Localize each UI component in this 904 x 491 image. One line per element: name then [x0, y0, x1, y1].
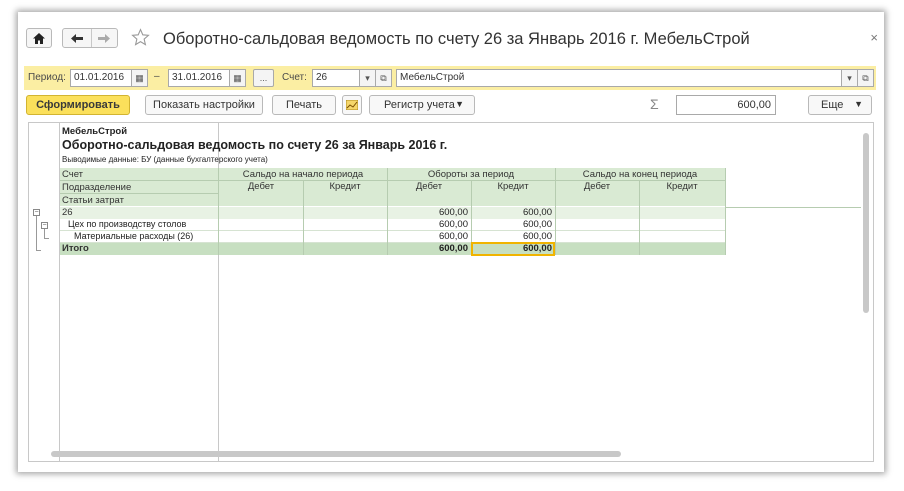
row-label: 26: [62, 207, 73, 218]
show-settings-button[interactable]: Показать настройки: [145, 95, 263, 115]
chevron-down-icon[interactable]: ▾: [359, 69, 376, 87]
generate-button[interactable]: Сформировать: [26, 95, 130, 115]
col-account: Счет: [62, 169, 84, 180]
calendar-icon[interactable]: ▦: [131, 69, 148, 87]
col-debit: Дебет: [247, 181, 275, 192]
forward-button[interactable]: [91, 29, 117, 47]
nav-buttons: [62, 28, 118, 48]
period-to-input[interactable]: 31.01.2016: [168, 69, 230, 87]
report-title: Оборотно-сальдовая ведомость по счету 26…: [62, 138, 448, 152]
credit-turnover: 600,00: [522, 207, 552, 218]
print-button[interactable]: Печать: [272, 95, 336, 115]
report-company: МебельСтрой: [62, 126, 128, 137]
col-credit: Кредит: [329, 181, 361, 192]
register-label: Регистр учета: [384, 99, 455, 111]
back-button[interactable]: [63, 29, 92, 47]
house-icon: [33, 32, 45, 44]
debit-turnover: 600,00: [438, 207, 468, 218]
account-input[interactable]: 26: [312, 69, 360, 87]
period-panel: Период: 01.01.2016 ▦ – 31.01.2016 ▦ ... …: [24, 66, 876, 90]
period-label: Период:: [28, 72, 66, 83]
more-label: Еще: [821, 99, 844, 111]
col-cost: Статьи затрат: [62, 195, 124, 206]
horizontal-scrollbar[interactable]: [51, 451, 621, 457]
sum-field: 600,00: [676, 95, 776, 115]
star-icon[interactable]: [131, 28, 150, 47]
arrow-right-icon: [98, 33, 110, 43]
collapse-icon[interactable]: −: [33, 209, 40, 216]
period-from-input[interactable]: 01.01.2016: [70, 69, 132, 87]
home-button[interactable]: [26, 28, 52, 48]
chevron-down-icon[interactable]: ▾: [841, 69, 858, 87]
total-credit-turnover: 600,00: [522, 243, 552, 254]
report-spreadsheet[interactable]: МебельСтрой Оборотно-сальдовая ведомость…: [28, 122, 874, 462]
calendar-icon[interactable]: ▦: [229, 69, 246, 87]
account-label: Счет:: [282, 72, 307, 83]
group-end: Сальдо на конец периода: [582, 169, 698, 180]
col-division: Подразделение: [62, 182, 132, 193]
credit-turnover: 600,00: [522, 219, 552, 230]
col-debit: Дебет: [583, 181, 611, 192]
open-icon[interactable]: ⧉: [375, 69, 392, 87]
debit-turnover: 600,00: [438, 231, 468, 242]
header-left: Счет Подразделение Статьи затрат: [60, 168, 218, 206]
vertical-scrollbar[interactable]: [863, 133, 869, 313]
register-dropdown[interactable]: Регистр учета ▼: [369, 95, 475, 115]
chart-icon: [346, 100, 358, 110]
close-icon[interactable]: ×: [870, 30, 878, 45]
col-debit: Дебет: [415, 181, 443, 192]
header-right: Сальдо на начало периода Обороты за пери…: [219, 168, 725, 206]
group-turnover: Обороты за период: [427, 169, 515, 180]
page-title: Оборотно-сальдовая ведомость по счету 26…: [163, 30, 750, 48]
row-label: Материальные расходы (26): [74, 231, 194, 241]
total-debit-turnover: 600,00: [438, 243, 468, 254]
col-credit: Кредит: [497, 181, 529, 192]
more-button[interactable]: Еще ▼: [808, 95, 872, 115]
credit-turnover: 600,00: [522, 231, 552, 242]
row-gutter: [29, 123, 60, 461]
group-start: Сальдо на начало периода: [242, 169, 364, 180]
total-label: Итого: [62, 243, 89, 254]
report-window: Оборотно-сальдовая ведомость по счету 26…: [18, 12, 884, 472]
organization-input[interactable]: МебельСтрой: [396, 69, 842, 87]
row-label: Цех по производству столов: [68, 219, 187, 229]
period-choose-button[interactable]: ...: [253, 69, 274, 87]
sigma-icon: Σ: [650, 96, 659, 112]
chart-button[interactable]: [342, 95, 362, 115]
debit-turnover: 600,00: [438, 219, 468, 230]
period-dash: –: [154, 71, 160, 82]
chevron-down-icon: ▼: [854, 99, 863, 109]
report-data-label: Выводимые данные: БУ (данные бухгалтерск…: [62, 155, 268, 164]
collapse-icon[interactable]: −: [41, 222, 48, 229]
open-icon[interactable]: ⧉: [857, 69, 874, 87]
arrow-left-icon: [71, 33, 83, 43]
col-credit: Кредит: [666, 181, 698, 192]
chevron-down-icon: ▼: [455, 99, 464, 109]
